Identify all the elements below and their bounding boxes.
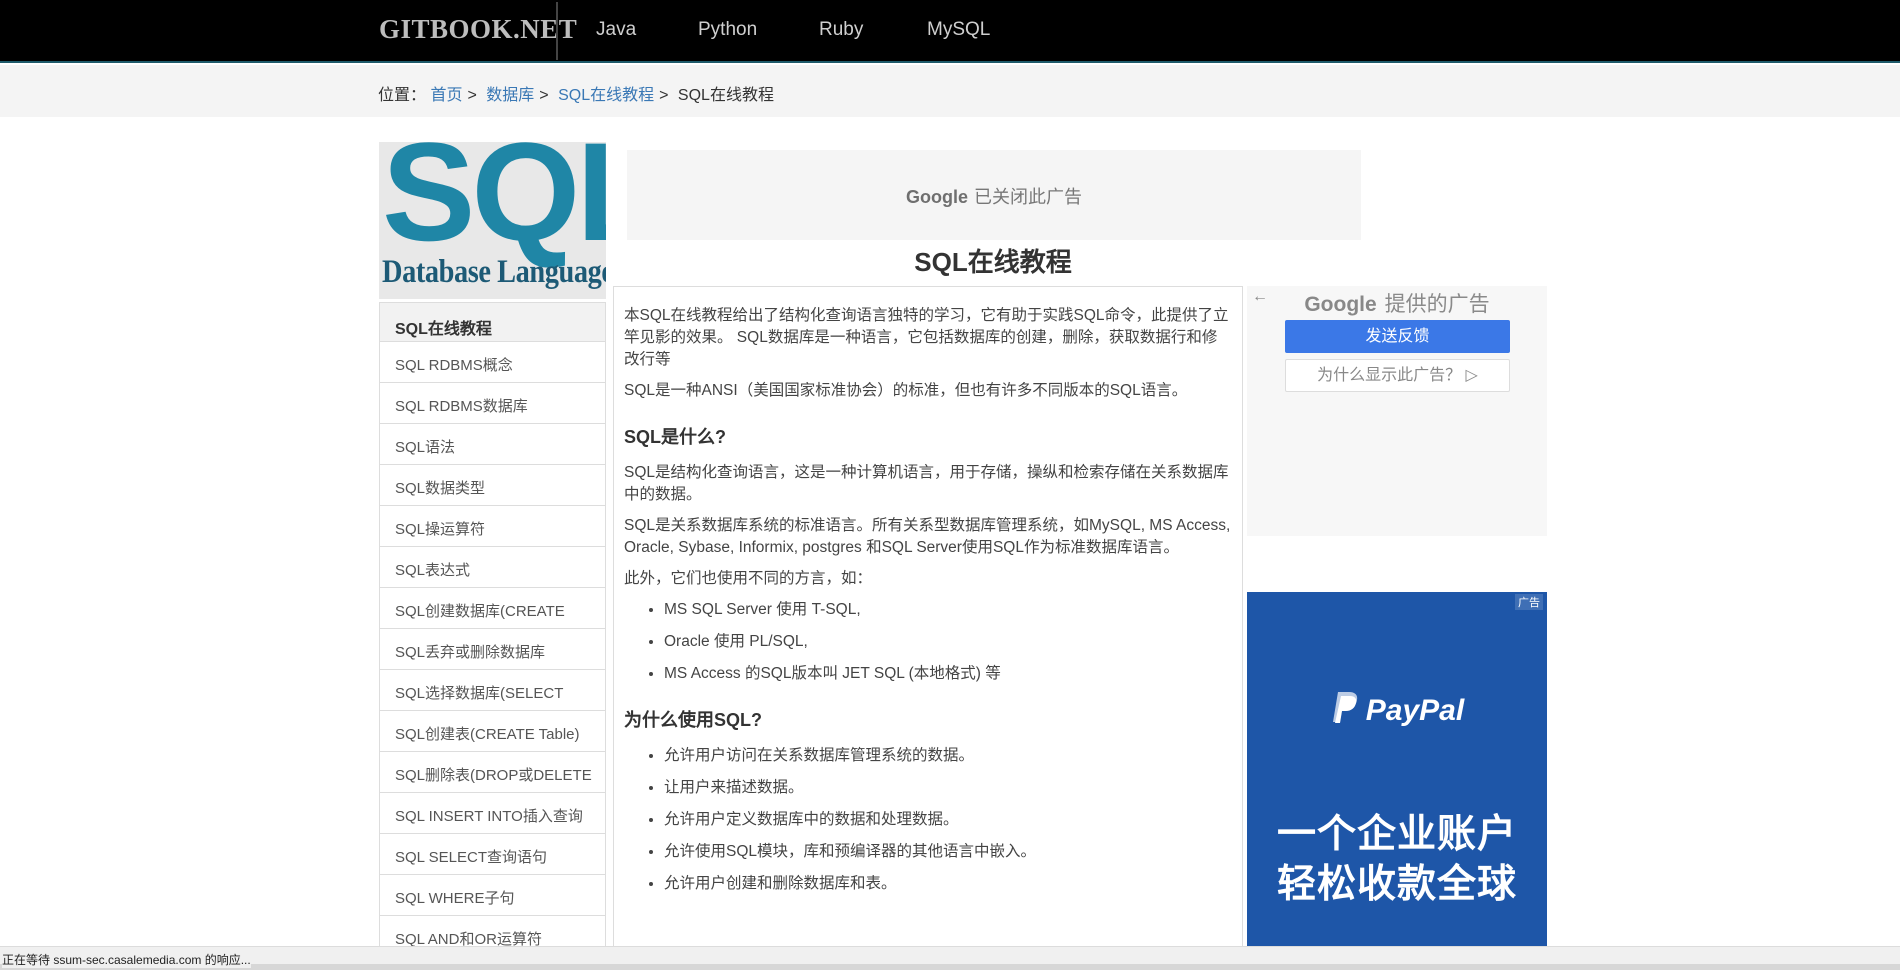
paypal-logo-text: PayPal <box>1365 694 1465 727</box>
breadcrumb-separator: > <box>539 87 549 104</box>
intro-paragraph: 本SQL在线教程给出了结构化查询语言独特的学习，它有助于实践SQL命令，此提供了… <box>624 307 1229 368</box>
slogan-line: 一个企业账户 <box>1276 813 1517 856</box>
sidebar-item[interactable]: SQL删除表(DROP或DELETE <box>380 752 605 793</box>
slogan-line: 轻松收款全球 <box>1276 863 1517 906</box>
ad-closed-text: Google 已关闭此广告 <box>627 183 1361 209</box>
paragraph: 此外，它们也使用不同的方言，如： <box>624 570 873 587</box>
paypal-p-icon <box>1332 692 1357 723</box>
ad-provider-label: Google 提供的广告 <box>1247 288 1547 318</box>
paragraph: SQL是关系数据库系统的标准语言。所有关系型数据库管理系统，如MySQL, MS… <box>624 517 1231 556</box>
sql-logo-text: SQL <box>382 142 606 270</box>
nav-divider <box>556 2 558 60</box>
sidebar-item[interactable]: SQL RDBMS概念 <box>380 342 605 383</box>
breadcrumb-separator: > <box>659 87 669 104</box>
breadcrumb-database[interactable]: 数据库 <box>486 87 534 104</box>
dialect-list: MS SQL Server 使用 T-SQL, Oracle 使用 PL/SQL… <box>664 599 1232 685</box>
list-item: 允许用户定义数据库中的数据和处理数据。 <box>664 809 1232 831</box>
sidebar-item[interactable]: SQL操运算符 <box>380 506 605 547</box>
sidebar-item[interactable]: SQL WHERE子句 <box>380 875 605 916</box>
reason-list: 允许用户访问在关系数据库管理系统的数据。 让用户来描述数据。 允许用户定义数据库… <box>664 745 1232 895</box>
section-heading: 为什么使用SQL? <box>624 710 762 730</box>
list-item: Oracle 使用 PL/SQL, <box>664 631 1232 653</box>
list-item: MS SQL Server 使用 T-SQL, <box>664 599 1232 621</box>
sidebar-item[interactable]: SQL创建数据库(CREATE <box>380 588 605 629</box>
sidebar-item[interactable]: SQL数据类型 <box>380 465 605 506</box>
section-heading: SQL是什么? <box>624 427 726 447</box>
list-item: 允许用户创建和删除数据库和表。 <box>664 873 1232 895</box>
status-text: 正在等待 ssum-sec.casalemedia.com 的响应... <box>2 951 251 968</box>
breadcrumb-sql-tutorial[interactable]: SQL在线教程 <box>558 87 654 104</box>
ad-slogan: 一个企业账户 轻松收款全球 <box>1247 810 1547 910</box>
breadcrumb-home[interactable]: 首页 <box>430 87 462 104</box>
google-wordmark: Google <box>906 187 968 207</box>
send-feedback-button[interactable]: 发送反馈 <box>1285 320 1510 353</box>
sidebar-item[interactable]: SQL丢弃或删除数据库 <box>380 629 605 670</box>
breadcrumb: 位置： 首页 > 数据库 > SQL在线教程 > SQL在线教程 <box>378 81 774 105</box>
top-ad-closed: Google 已关闭此广告 <box>627 150 1361 240</box>
status-rule <box>0 964 1900 970</box>
nav-java[interactable]: Java <box>596 19 636 41</box>
sql-logo-subtitle: Database Language <box>382 254 606 290</box>
nav-ruby[interactable]: Ruby <box>819 19 863 41</box>
intro-paragraph: SQL是一种ANSI（美国国家标准协会）的标准，但也有许多不同版本的SQL语言。 <box>624 382 1188 399</box>
sidebar-item[interactable]: SQL创建表(CREATE Table) <box>380 711 605 752</box>
paypal-ad[interactable]: 广告 PayPal 一个企业账户 轻松收款全球 <box>1247 592 1547 962</box>
breadcrumb-prefix: 位置： <box>378 87 427 104</box>
top-navbar: GITBOOK.NET Java Python Ruby MySQL <box>0 0 1900 63</box>
sidebar-item[interactable]: SQL表达式 <box>380 547 605 588</box>
sidebar-heading[interactable]: SQL在线教程 <box>380 303 605 342</box>
breadcrumb-bar: 位置： 首页 > 数据库 > SQL在线教程 > SQL在线教程 <box>0 65 1900 117</box>
breadcrumb-separator: > <box>467 87 477 104</box>
ad-tag[interactable]: 广告 <box>1515 594 1543 610</box>
sql-logo-image: SQL Database Language <box>379 142 606 299</box>
list-item: 允许用户访问在关系数据库管理系统的数据。 <box>664 745 1232 767</box>
nav-mysql[interactable]: MySQL <box>927 19 990 41</box>
google-wordmark: Google <box>1304 293 1377 316</box>
article-content: 本SQL在线教程给出了结构化查询语言独特的学习，它有助于实践SQL命令，此提供了… <box>613 286 1243 956</box>
site-logo[interactable]: GITBOOK.NET <box>379 14 577 45</box>
nav-python[interactable]: Python <box>698 19 757 41</box>
right-ad-panel: ← Google 提供的广告 发送反馈 为什么显示此广告？ ▷ <box>1247 286 1547 536</box>
sidebar-item[interactable]: SQL SELECT查询语句 <box>380 834 605 875</box>
sidebar-item[interactable]: SQL INSERT INTO插入查询 <box>380 793 605 834</box>
why-this-ad-button[interactable]: 为什么显示此广告？ ▷ <box>1285 359 1510 392</box>
sidebar-item[interactable]: SQL RDBMS数据库 <box>380 383 605 424</box>
list-item: 允许使用SQL模块，库和预编译器的其他语言中嵌入。 <box>664 841 1232 863</box>
sidebar-menu: SQL在线教程 SQL RDBMS概念 SQL RDBMS数据库 SQL语法 S… <box>379 302 606 957</box>
breadcrumb-current: SQL在线教程 <box>677 87 774 104</box>
paypal-logo: PayPal <box>1247 690 1547 728</box>
page-title: SQL在线教程 <box>914 247 1072 277</box>
list-item: MS Access 的SQL版本叫 JET SQL (本地格式) 等 <box>664 663 1232 685</box>
sidebar-item[interactable]: SQL语法 <box>380 424 605 465</box>
paragraph: SQL是结构化查询语言，这是一种计算机语言，用于存储，操纵和检索存储在关系数据库… <box>624 464 1229 503</box>
ad-provided-text: 提供的广告 <box>1384 293 1490 316</box>
sidebar-item[interactable]: SQL选择数据库(SELECT <box>380 670 605 711</box>
list-item: 让用户来描述数据。 <box>664 777 1232 799</box>
browser-status-bar: 正在等待 ssum-sec.casalemedia.com 的响应... <box>0 946 1900 970</box>
ad-closed-label: 已关闭此广告 <box>974 187 1082 207</box>
